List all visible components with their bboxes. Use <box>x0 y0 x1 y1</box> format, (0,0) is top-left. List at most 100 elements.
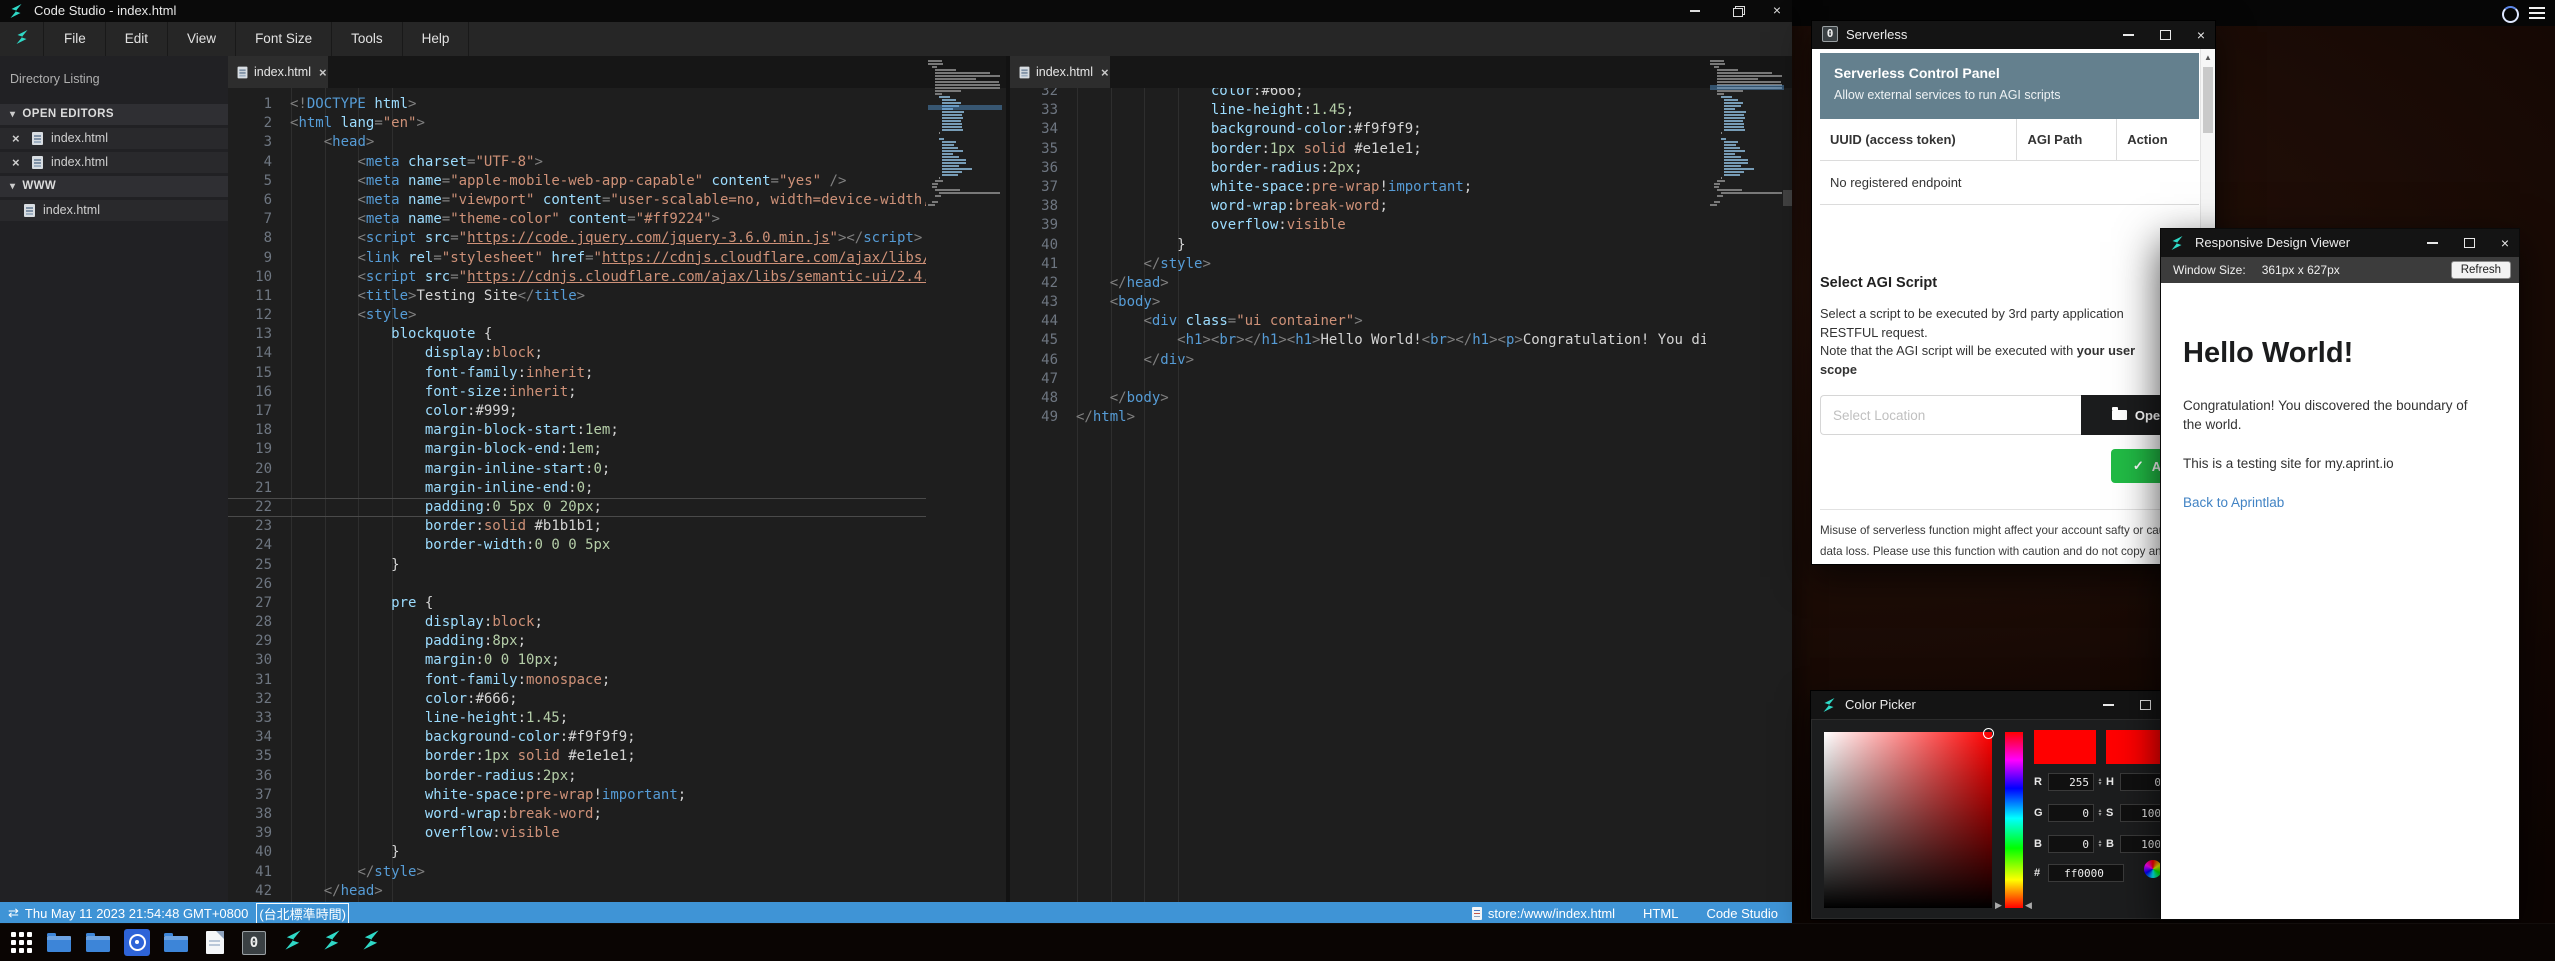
code-line-22: 22 padding:0 5px 0 20px; <box>228 498 926 517</box>
close-icon[interactable]: × <box>12 128 26 149</box>
rgb-input-B[interactable]: 0 <box>2048 835 2094 853</box>
saturation-value-area[interactable] <box>1824 732 1992 908</box>
tab-close-icon[interactable]: × <box>1101 65 1109 80</box>
code-line-39: 39 overflow:visible <box>1010 216 1706 235</box>
maximize-button[interactable] <box>2160 30 2171 40</box>
menu-font-size[interactable]: Font Size <box>236 22 332 56</box>
code-line-39: 39 overflow:visible <box>228 824 926 843</box>
rgb-input-G[interactable]: 0 <box>2048 804 2094 822</box>
minimap[interactable] <box>1710 60 1784 207</box>
sidebar-file-index.html[interactable]: ×index.html <box>0 200 228 221</box>
divider <box>1820 509 2199 510</box>
menu-edit[interactable]: Edit <box>106 22 168 56</box>
minimize-button[interactable] <box>2427 242 2438 244</box>
minimize-button[interactable] <box>2123 34 2134 36</box>
spinner-icon[interactable]: ▴▾ <box>2096 809 2104 817</box>
menu-view[interactable]: View <box>168 22 236 56</box>
minimap[interactable] <box>928 60 1002 207</box>
menu-help[interactable]: Help <box>403 22 470 56</box>
hue-slider[interactable] <box>2005 732 2023 908</box>
code-line-42: 42 </head> <box>1010 274 1706 293</box>
code-line-29: 29 padding:8px; <box>228 632 926 651</box>
tab-close-icon[interactable]: × <box>319 65 327 80</box>
code-line-46: 46 </div> <box>1010 351 1706 370</box>
file-icon <box>1472 907 1482 920</box>
color-picker-app-icon <box>1821 697 1837 718</box>
minimize-button[interactable] <box>2103 704 2114 706</box>
app-logo-icon <box>0 22 44 56</box>
page-paragraph: This is a testing site for my.aprint.io <box>2183 456 2499 471</box>
taskbar-icon-disc[interactable] <box>124 930 150 956</box>
status-file-path[interactable]: store:/www/index.html <box>1472 906 1615 921</box>
restore-button[interactable] <box>1730 3 1748 19</box>
code-line-43: 43 <body> <box>1010 293 1706 312</box>
script-location-input[interactable] <box>1820 395 2081 435</box>
taskbar-icon-codestudio[interactable] <box>358 930 384 956</box>
taskbar-icon-folder[interactable] <box>163 930 189 956</box>
taskbar-icon-serverless[interactable]: 0 <box>241 930 267 956</box>
code-editor[interactable]: 1<!DOCTYPE html>2<html lang="en">3 <head… <box>228 88 926 902</box>
window-size-value: 361px x 627px <box>2262 263 2340 277</box>
back-to-aprintlab-link[interactable]: Back to Aprintlab <box>2183 495 2499 510</box>
menu-file[interactable]: File <box>45 22 106 56</box>
color-picker-content: ▶ ◀ R255▴▾G0▴▾B0▴▾ H0▴▾S100▴▾B100▴▾ # ff… <box>1811 719 2215 919</box>
taskbar-icon-folder[interactable] <box>46 930 72 956</box>
minimize-button[interactable] <box>1686 3 1704 19</box>
menu-tools[interactable]: Tools <box>332 22 403 56</box>
tab-index-html[interactable]: index.html × <box>1010 56 1110 88</box>
taskbar-icon-folder[interactable] <box>85 930 111 956</box>
maximize-button[interactable] <box>2464 238 2475 248</box>
title-bar: Code Studio - index.html × <box>0 0 1792 22</box>
code-line-25: 25 } <box>228 556 926 575</box>
sidebar-file-index.html[interactable]: ×index.html <box>0 152 228 173</box>
spinner-icon[interactable]: ▴▾ <box>2096 778 2104 786</box>
spinner-icon[interactable]: ▴▾ <box>2096 840 2104 848</box>
taskbar-icon-launcher[interactable] <box>9 930 33 956</box>
hue-marker-left-icon[interactable]: ▶ <box>1995 900 2002 911</box>
desktop: Code Studio - index.html × FileEditViewF… <box>0 0 2555 961</box>
code-line-48: 48 </body> <box>1010 389 1706 408</box>
code-line-15: 15 font-family:inherit; <box>228 364 926 383</box>
page-heading: Hello World! <box>2183 337 2499 370</box>
viewer-window-title: Responsive Design Viewer <box>2195 235 2350 250</box>
color-picker-title-bar: Color Picker <box>1811 691 2215 719</box>
hamburger-menu-icon[interactable] <box>2529 7 2545 19</box>
code-editor[interactable]: 32 color:#666;33 line-height:1.45;34 bac… <box>1010 88 1706 902</box>
code-line-49: 49</html> <box>1010 408 1706 427</box>
taskbar-icon-codestudio[interactable] <box>319 930 345 956</box>
taskbar-icon-codestudio[interactable] <box>280 930 306 956</box>
close-button[interactable]: × <box>2501 237 2509 249</box>
code-line-33: 33 line-height:1.45; <box>1010 101 1706 120</box>
hex-input[interactable]: ff0000 <box>2048 864 2124 882</box>
code-line-27: 27 pre { <box>228 594 926 613</box>
sidebar-file-index.html[interactable]: ×index.html <box>0 128 228 149</box>
timezone-badge: (台北標準時間) <box>256 903 349 924</box>
scrollbar-handle[interactable] <box>1783 190 1792 206</box>
code-line-9: 9 <link rel="stylesheet" href="https://c… <box>228 249 926 268</box>
taskbar-icon-document[interactable] <box>202 930 228 956</box>
scrollbar-thumb[interactable] <box>2203 67 2213 133</box>
scroll-up-icon[interactable]: ▲ <box>2201 49 2215 62</box>
editor-pane-right[interactable]: index.html × 32 color:#666;33 line-heigh… <box>1010 56 1792 902</box>
code-line-41: 41 </style> <box>1010 255 1706 274</box>
close-button[interactable]: × <box>1768 3 1786 19</box>
refresh-button[interactable]: Refresh <box>2451 261 2511 279</box>
close-button[interactable]: × <box>2197 29 2205 41</box>
table-header-1: AGI Path <box>2017 119 2117 160</box>
hue-marker-right-icon[interactable]: ◀ <box>2025 900 2032 911</box>
sidebar: Directory Listing ▾OPEN EDITORS×index.ht… <box>0 56 228 902</box>
code-line-4: 4 <meta charset="UTF-8"> <box>228 153 926 172</box>
code-line-37: 37 white-space:pre-wrap!important; <box>228 786 926 805</box>
editor-pane-left[interactable]: index.html × 1<!DOCTYPE html>2<html lang… <box>228 56 1006 902</box>
tab-index-html[interactable]: index.html × <box>228 56 328 88</box>
maximize-button[interactable] <box>2140 700 2151 710</box>
code-line-6: 6 <meta name="viewport" content="user-sc… <box>228 191 926 210</box>
status-datetime: ⇄ Thu May 11 2023 21:54:48 GMT+0800 (台北標… <box>8 903 349 924</box>
section-header-open-editors[interactable]: ▾OPEN EDITORS <box>0 104 228 125</box>
window-title: Code Studio - index.html <box>34 3 176 18</box>
rgb-input-R[interactable]: 255 <box>2048 773 2094 791</box>
color-cursor[interactable] <box>1983 728 1994 739</box>
section-header-www[interactable]: ▾WWW <box>0 176 228 197</box>
status-language[interactable]: HTML <box>1643 906 1678 921</box>
close-icon[interactable]: × <box>12 152 26 173</box>
